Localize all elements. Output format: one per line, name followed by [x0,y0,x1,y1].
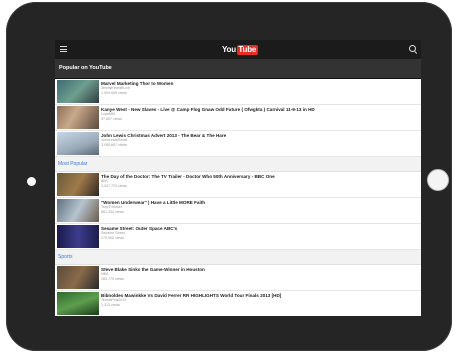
list-item[interactable]: Steve Blake Sinks the Game-Winner in Hou… [55,265,421,291]
camera-icon [27,177,36,186]
section-header-sports[interactable]: Sports [55,250,421,265]
top-bar: You Tube [55,40,421,59]
video-thumbnail[interactable] [57,292,99,315]
home-button[interactable] [427,169,449,191]
list-item[interactable]: John Lewis Christmas Advert 2013 - The B… [55,131,421,157]
screen: You Tube Popular on YouTube Marvel Market… [55,40,421,316]
video-thumbnail[interactable] [57,132,99,155]
section-header-most-popular[interactable]: Most Popular [55,157,421,172]
youtube-logo[interactable]: You Tube [222,44,258,55]
video-thumbnail[interactable] [57,173,99,196]
list-item[interactable]: Bibnoldes Mawinkke Vs David Ferrer RR HI… [55,291,421,316]
video-views: 3,095,667 views [101,142,127,147]
video-thumbnail[interactable] [57,199,99,222]
video-views: 861,334 views [101,209,124,214]
list-item[interactable]: Marvel Marketing Thor to Women JimmyKimme… [55,79,421,105]
list-item[interactable]: The Day of the Doctor: The TV Trailer - … [55,172,421,198]
list-item[interactable]: Kanye West - New Slaves - Live @ Camp Fl… [55,105,421,131]
video-thumbnail[interactable] [57,106,99,129]
page-header: Popular on YouTube [55,59,421,79]
list-item[interactable]: Sesame Street: Outer Space ABC's Sesame S… [55,224,421,250]
video-thumbnail[interactable] [57,225,99,248]
list-item[interactable]: "Women Underwear" | Have a Little MORE F… [55,198,421,224]
video-views: 1,313 views [101,302,120,307]
video-thumbnail[interactable] [57,80,99,103]
video-views: 97,807 views [101,116,122,121]
video-views: 283,779 views [101,276,124,281]
menu-icon[interactable] [60,46,67,52]
search-icon[interactable] [409,45,416,52]
tablet-frame: You Tube Popular on YouTube Marvel Market… [6,2,452,351]
video-views: 1,009,655 views [101,90,127,95]
video-thumbnail[interactable] [57,266,99,289]
logo-tube: Tube [236,44,258,55]
logo-you: You [222,45,236,54]
video-views: 3,347,723 views [101,183,127,188]
video-views: 279,905 views [101,235,124,240]
